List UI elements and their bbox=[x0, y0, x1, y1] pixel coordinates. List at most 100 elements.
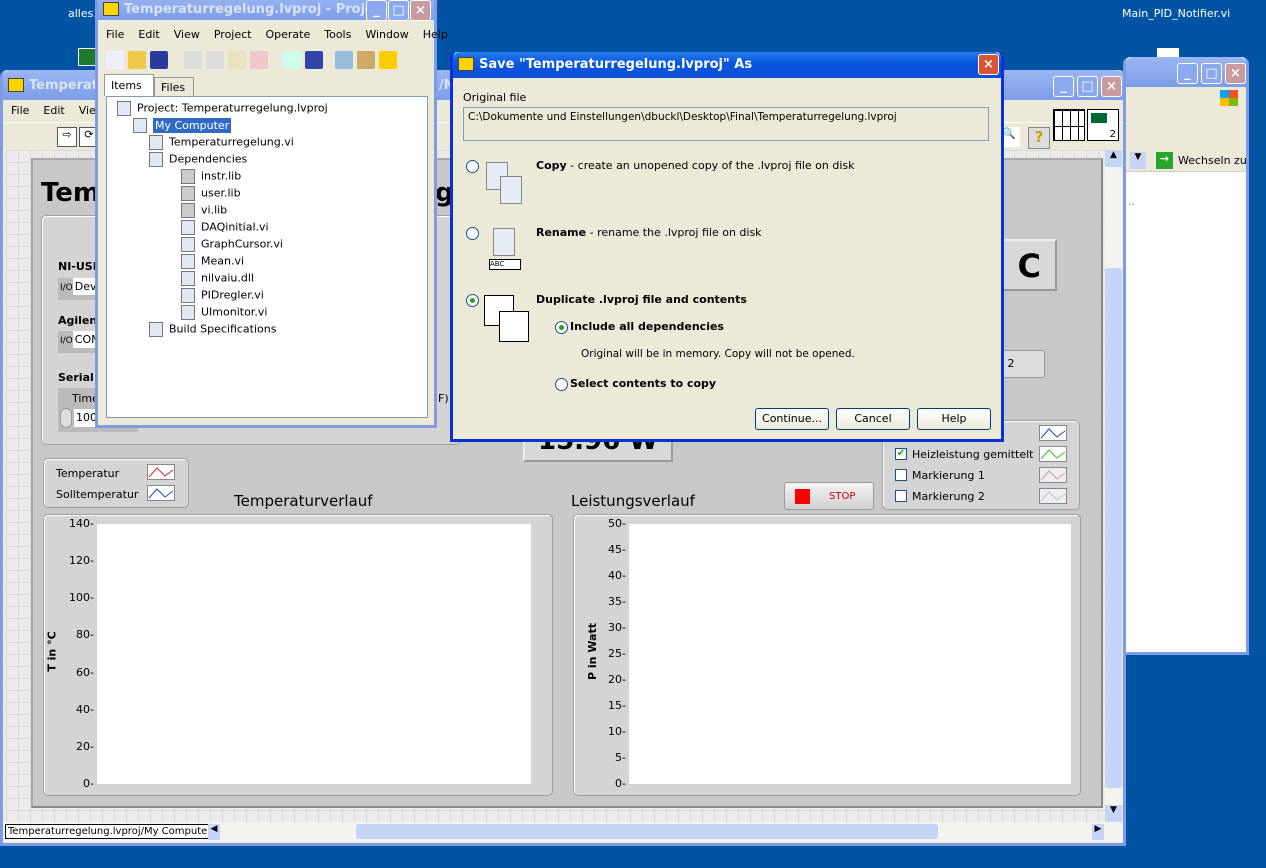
cut-icon[interactable] bbox=[183, 51, 202, 69]
tree-item[interactable]: UImonitor.vi bbox=[181, 305, 267, 320]
tab-files[interactable]: Files bbox=[154, 77, 194, 96]
y-tick-label: 80- bbox=[76, 628, 94, 642]
include-dependencies-radio[interactable] bbox=[555, 321, 568, 334]
close-button[interactable]: × bbox=[1225, 63, 1246, 84]
tree-item[interactable]: Build Specifications bbox=[149, 322, 276, 337]
scroll-thumb[interactable] bbox=[1105, 268, 1122, 788]
include-dependencies-label[interactable]: Include all dependencies bbox=[570, 320, 724, 333]
tree-item[interactable]: PIDregler.vi bbox=[181, 288, 264, 303]
legend-temperature: Temperatur Solltemperatur bbox=[43, 458, 189, 508]
close-button[interactable]: × bbox=[978, 54, 999, 75]
save-as-dialog: Save "Temperaturregelung.lvproj" As × Or… bbox=[450, 52, 1004, 442]
menu-tools[interactable]: Tools bbox=[324, 28, 351, 42]
tree-item[interactable]: My Computer bbox=[133, 117, 232, 133]
tree-item[interactable]: vi.lib bbox=[181, 203, 227, 218]
run-button[interactable]: ⇨ bbox=[57, 127, 77, 147]
tree-item[interactable]: user.lib bbox=[181, 186, 241, 201]
vi-file-icon bbox=[181, 237, 195, 252]
menu-operate[interactable]: Operate bbox=[265, 28, 310, 42]
duplicate-radio[interactable] bbox=[466, 294, 479, 307]
save-project-icon[interactable] bbox=[305, 51, 323, 69]
tree-item[interactable]: Dependencies bbox=[149, 152, 247, 167]
menu-edit[interactable]: Edit bbox=[138, 28, 159, 42]
project-path-label: Temperaturregelung.lvproj/My Computer bbox=[5, 824, 215, 839]
continue-button[interactable]: Continue... bbox=[755, 408, 829, 430]
line-style-icon[interactable] bbox=[1039, 425, 1067, 441]
menu-window[interactable]: Window bbox=[365, 28, 408, 42]
tree-item[interactable]: nilvaiu.dll bbox=[181, 271, 254, 286]
open-folder-icon[interactable] bbox=[128, 51, 146, 69]
build-icon[interactable] bbox=[356, 51, 375, 69]
help-button[interactable]: ? bbox=[1028, 127, 1050, 149]
horizontal-scrollbar[interactable]: ◀ ▶ bbox=[208, 824, 1106, 840]
go-button[interactable]: Wechseln zu bbox=[1178, 154, 1247, 167]
line-style-icon[interactable] bbox=[147, 464, 175, 480]
maximize-button[interactable]: □ bbox=[1077, 76, 1098, 97]
tree-item[interactable]: instr.lib bbox=[181, 169, 241, 184]
stop-button[interactable]: STOP bbox=[784, 482, 874, 510]
scroll-down-button[interactable]: ▼ bbox=[1105, 805, 1122, 822]
menu-view[interactable]: View bbox=[174, 28, 200, 42]
tab-items[interactable]: Items bbox=[104, 74, 154, 96]
line-style-icon[interactable] bbox=[1039, 467, 1067, 483]
menu-edit[interactable]: Edit bbox=[43, 104, 64, 118]
checkbox-markierung-1[interactable] bbox=[895, 469, 907, 481]
checkbox-markierung-2[interactable] bbox=[895, 490, 907, 502]
timeout-spinner[interactable] bbox=[60, 408, 72, 428]
scroll-right-button[interactable]: ▶ bbox=[1092, 824, 1104, 840]
line-style-icon[interactable] bbox=[1039, 488, 1067, 504]
new-icon[interactable] bbox=[106, 51, 124, 69]
view-icon[interactable] bbox=[334, 51, 353, 69]
plot-area bbox=[629, 524, 1071, 784]
scroll-left-button[interactable]: ◀ bbox=[208, 824, 220, 840]
menu-help[interactable]: Help bbox=[423, 28, 448, 42]
legend-entry: Markierung 2 bbox=[912, 490, 985, 503]
tree-item[interactable]: DAQinitial.vi bbox=[181, 220, 269, 235]
cancel-button[interactable]: Cancel bbox=[836, 408, 910, 430]
warning-icon[interactable] bbox=[378, 51, 397, 69]
window-title: Temperaturregelung.lvproj - Projec... bbox=[124, 2, 397, 17]
scroll-thumb[interactable] bbox=[356, 824, 938, 839]
rename-radio[interactable] bbox=[466, 227, 479, 240]
dropdown-arrow-icon[interactable]: ▼ bbox=[1130, 152, 1146, 169]
menu-file[interactable]: File bbox=[11, 104, 29, 118]
select-contents-radio[interactable] bbox=[555, 378, 568, 391]
scroll-up-button[interactable]: ▲ bbox=[1105, 150, 1122, 167]
line-style-icon[interactable] bbox=[1039, 446, 1067, 462]
tree-item[interactable]: Project: Temperaturregelung.lvproj bbox=[117, 101, 328, 116]
save-all-icon[interactable] bbox=[150, 51, 168, 69]
close-button[interactable]: × bbox=[1101, 76, 1122, 97]
project-save-icon[interactable] bbox=[283, 51, 301, 69]
explorer-window: _ □ × ▼ → Wechseln zu .. bbox=[1123, 57, 1249, 655]
close-button[interactable]: × bbox=[410, 0, 431, 21]
copy-radio[interactable] bbox=[466, 160, 479, 173]
stop-icon bbox=[795, 489, 810, 504]
minimize-button[interactable]: _ bbox=[366, 0, 387, 21]
tree-item[interactable]: Mean.vi bbox=[181, 254, 244, 269]
copy-icon[interactable] bbox=[205, 51, 224, 69]
maximize-button[interactable]: □ bbox=[1201, 63, 1222, 84]
desktop-icon-label[interactable]: Main_PID_Notifier.vi bbox=[1122, 7, 1230, 20]
menu-project[interactable]: Project bbox=[214, 28, 252, 42]
line-style-icon[interactable] bbox=[147, 485, 175, 501]
excel-icon[interactable] bbox=[78, 48, 96, 66]
title-bar: Save "Temperaturregelung.lvproj" As bbox=[453, 52, 1001, 78]
vertical-scrollbar[interactable]: ▲ ▼ bbox=[1105, 150, 1122, 822]
help-button[interactable]: Help bbox=[917, 408, 991, 430]
minimize-button[interactable]: _ bbox=[1053, 76, 1074, 97]
minimize-button[interactable]: _ bbox=[1177, 63, 1198, 84]
rename-option-label[interactable]: Rename - rename the .lvproj file on disk bbox=[536, 226, 762, 239]
copy-option-label[interactable]: Copy - create an unopened copy of the .l… bbox=[536, 159, 855, 172]
tree-item[interactable]: GraphCursor.vi bbox=[181, 237, 283, 252]
go-arrow-icon[interactable]: → bbox=[1156, 152, 1173, 169]
delete-icon[interactable] bbox=[249, 51, 268, 69]
list-item[interactable]: .. bbox=[1128, 195, 1135, 208]
checkbox-heizleistung[interactable]: ✔ bbox=[895, 448, 907, 460]
duplicate-option-label[interactable]: Duplicate .lvproj file and contents bbox=[536, 293, 747, 306]
menu-file[interactable]: File bbox=[106, 28, 124, 42]
tree-item[interactable]: Temperaturregelung.vi bbox=[149, 135, 294, 150]
maximize-button[interactable]: □ bbox=[388, 0, 409, 21]
select-contents-label[interactable]: Select contents to copy bbox=[570, 377, 716, 390]
y-axis-label: P in Watt bbox=[586, 622, 600, 681]
paste-icon[interactable] bbox=[227, 51, 246, 69]
